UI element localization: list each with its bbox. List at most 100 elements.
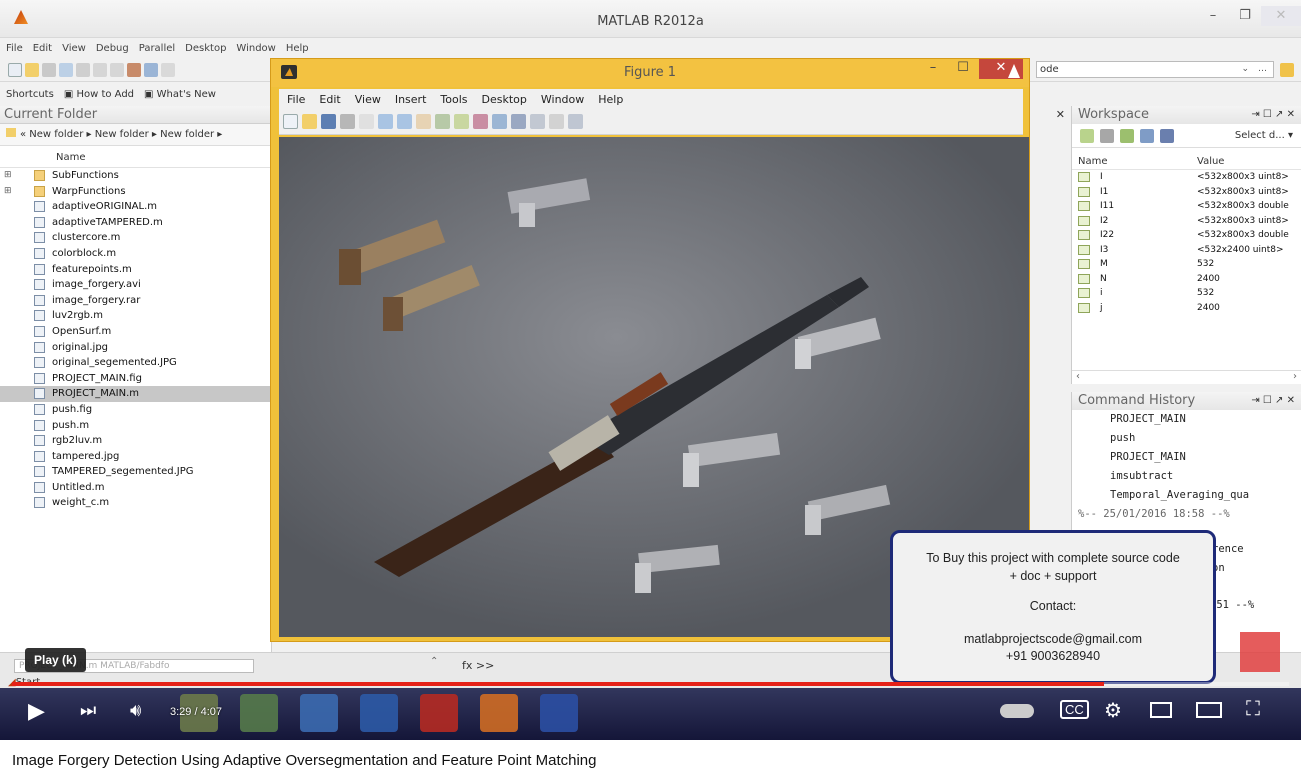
expand-icon[interactable]: ⊞	[4, 184, 12, 200]
variable-row[interactable]: N 2400	[1072, 272, 1301, 287]
expand-icon[interactable]: ⊞	[4, 168, 12, 184]
video-progress-bar[interactable]	[12, 682, 1289, 686]
theater-mode-button[interactable]	[1196, 702, 1222, 718]
variable-row[interactable]: M 532	[1072, 257, 1301, 272]
menu-debug[interactable]: Debug	[96, 43, 129, 54]
history-entry[interactable]: PROJECT_MAIN	[1072, 410, 1301, 429]
current-folder-input[interactable]: ode ⌄ …	[1036, 61, 1274, 78]
menu-desktop[interactable]: Desktop	[185, 43, 226, 54]
fig-menu-desktop[interactable]: Desktop	[482, 93, 527, 106]
menu-file[interactable]: File	[6, 43, 23, 54]
colorbar-icon[interactable]	[511, 114, 526, 129]
open-icon[interactable]	[302, 114, 317, 129]
close-icon[interactable]: ✕	[1261, 6, 1301, 26]
ws-value-header[interactable]: Value	[1197, 154, 1224, 169]
simulink-icon[interactable]	[127, 62, 141, 77]
menu-view[interactable]: View	[62, 43, 86, 54]
file-item[interactable]: OpenSurf.m	[0, 324, 271, 340]
video-frame[interactable]: MATLAB R2012a – ❐ ✕ File Edit View Debug…	[0, 0, 1301, 740]
zoom-out-icon[interactable]	[397, 114, 412, 129]
shortcuts-label[interactable]: Shortcuts	[6, 89, 54, 100]
save-icon[interactable]	[321, 114, 336, 129]
pan-icon[interactable]	[416, 114, 431, 129]
chevron-up-icon[interactable]: ⌃	[430, 656, 438, 667]
folder-item[interactable]: ⊞ SubFunctions	[0, 168, 271, 184]
open-variable-icon[interactable]	[1100, 128, 1114, 143]
horizontal-scrollbar[interactable]: ‹ ›	[1072, 370, 1301, 384]
file-item[interactable]: original.jpg	[0, 340, 271, 356]
miniplayer-button[interactable]	[1150, 702, 1172, 718]
file-item[interactable]: TAMPERED_segemented.JPG	[0, 464, 271, 480]
maximize-icon[interactable]: ☐	[949, 59, 977, 79]
ws-name-header[interactable]: Name	[1072, 154, 1197, 169]
undo-icon[interactable]	[93, 62, 107, 77]
fig-menu-file[interactable]: File	[287, 93, 305, 106]
print-icon[interactable]	[340, 114, 355, 129]
fig-menu-tools[interactable]: Tools	[440, 93, 467, 106]
variable-row[interactable]: I3 <532x2400 uint8>	[1072, 243, 1301, 258]
pointer-icon[interactable]	[359, 114, 374, 129]
history-entry[interactable]: imsubtract	[1072, 467, 1301, 486]
copy-icon[interactable]	[59, 62, 73, 77]
link-plot-icon[interactable]	[492, 114, 507, 129]
variable-row[interactable]: i 532	[1072, 286, 1301, 301]
file-item[interactable]: push.m	[0, 418, 271, 434]
settings-gear-icon[interactable]: ⚙	[1104, 698, 1122, 723]
file-item[interactable]: adaptiveORIGINAL.m	[0, 199, 271, 215]
new-file-icon[interactable]	[8, 62, 22, 77]
browse-button[interactable]: …	[1258, 62, 1267, 77]
variable-row[interactable]: I1 <532x800x3 uint8>	[1072, 185, 1301, 200]
delete-icon[interactable]	[1160, 128, 1174, 143]
autoplay-toggle[interactable]	[1000, 704, 1034, 718]
menu-edit[interactable]: Edit	[33, 43, 52, 54]
menu-window[interactable]: Window	[236, 43, 275, 54]
variable-row[interactable]: I22 <532x800x3 double	[1072, 228, 1301, 243]
maximize-icon[interactable]: ❐	[1229, 6, 1261, 26]
minimize-icon[interactable]: –	[919, 59, 947, 79]
data-cursor-icon[interactable]	[454, 114, 469, 129]
shortcut-how-to-add[interactable]: ▣ How to Add	[64, 89, 134, 100]
fullscreen-icon[interactable]: ⛶	[1246, 698, 1260, 721]
file-item[interactable]: rgb2luv.m	[0, 433, 271, 449]
file-item[interactable]: adaptiveTAMPERED.m	[0, 215, 271, 231]
file-item[interactable]: push.fig	[0, 402, 271, 418]
file-item[interactable]: original_segemented.JPG	[0, 355, 271, 371]
file-item[interactable]: PROJECT_MAIN.m	[0, 386, 271, 402]
folder-item[interactable]: ⊞ WarpFunctions	[0, 184, 271, 200]
close-icon[interactable]: ✕	[1056, 108, 1065, 121]
guide-icon[interactable]	[144, 62, 158, 77]
file-item[interactable]: PROJECT_MAIN.fig	[0, 371, 271, 387]
variable-row[interactable]: I11 <532x800x3 double	[1072, 199, 1301, 214]
cut-icon[interactable]	[42, 62, 56, 77]
rotate-3d-icon[interactable]	[435, 114, 450, 129]
hide-plot-tools-icon[interactable]	[549, 114, 564, 129]
menu-parallel[interactable]: Parallel	[139, 43, 175, 54]
volume-icon[interactable]: 🔊︎	[130, 700, 141, 721]
captions-button[interactable]: CC	[1060, 700, 1089, 719]
file-item[interactable]: image_forgery.rar	[0, 293, 271, 309]
profiler-icon[interactable]	[161, 62, 175, 77]
file-item[interactable]: featurepoints.m	[0, 262, 271, 278]
open-icon[interactable]	[25, 62, 39, 77]
paste-icon[interactable]	[76, 62, 90, 77]
variable-row[interactable]: I <532x800x3 uint8>	[1072, 170, 1301, 185]
chevron-down-icon[interactable]: ⌄	[1241, 62, 1249, 77]
fig-menu-view[interactable]: View	[355, 93, 381, 106]
file-item[interactable]: tampered.jpg	[0, 449, 271, 465]
variable-row[interactable]: j 2400	[1072, 301, 1301, 316]
panel-controls[interactable]: ⇥ ☐ ↗ ✕	[1251, 392, 1295, 410]
fig-menu-edit[interactable]: Edit	[319, 93, 340, 106]
minimize-icon[interactable]: –	[1197, 6, 1229, 26]
history-entry[interactable]: PROJECT_MAIN	[1072, 448, 1301, 467]
show-plot-tools-icon[interactable]	[568, 114, 583, 129]
file-item[interactable]: Untitled.m	[0, 480, 271, 496]
command-prompt[interactable]: fx >>	[462, 659, 494, 672]
file-item[interactable]: weight_c.m	[0, 495, 271, 511]
name-column-header[interactable]: Name	[0, 148, 271, 168]
zoom-in-icon[interactable]	[378, 114, 393, 129]
redo-icon[interactable]	[110, 62, 124, 77]
legend-icon[interactable]	[530, 114, 545, 129]
fig-menu-window[interactable]: Window	[541, 93, 584, 106]
history-entry[interactable]: push	[1072, 429, 1301, 448]
file-item[interactable]: image_forgery.avi	[0, 277, 271, 293]
